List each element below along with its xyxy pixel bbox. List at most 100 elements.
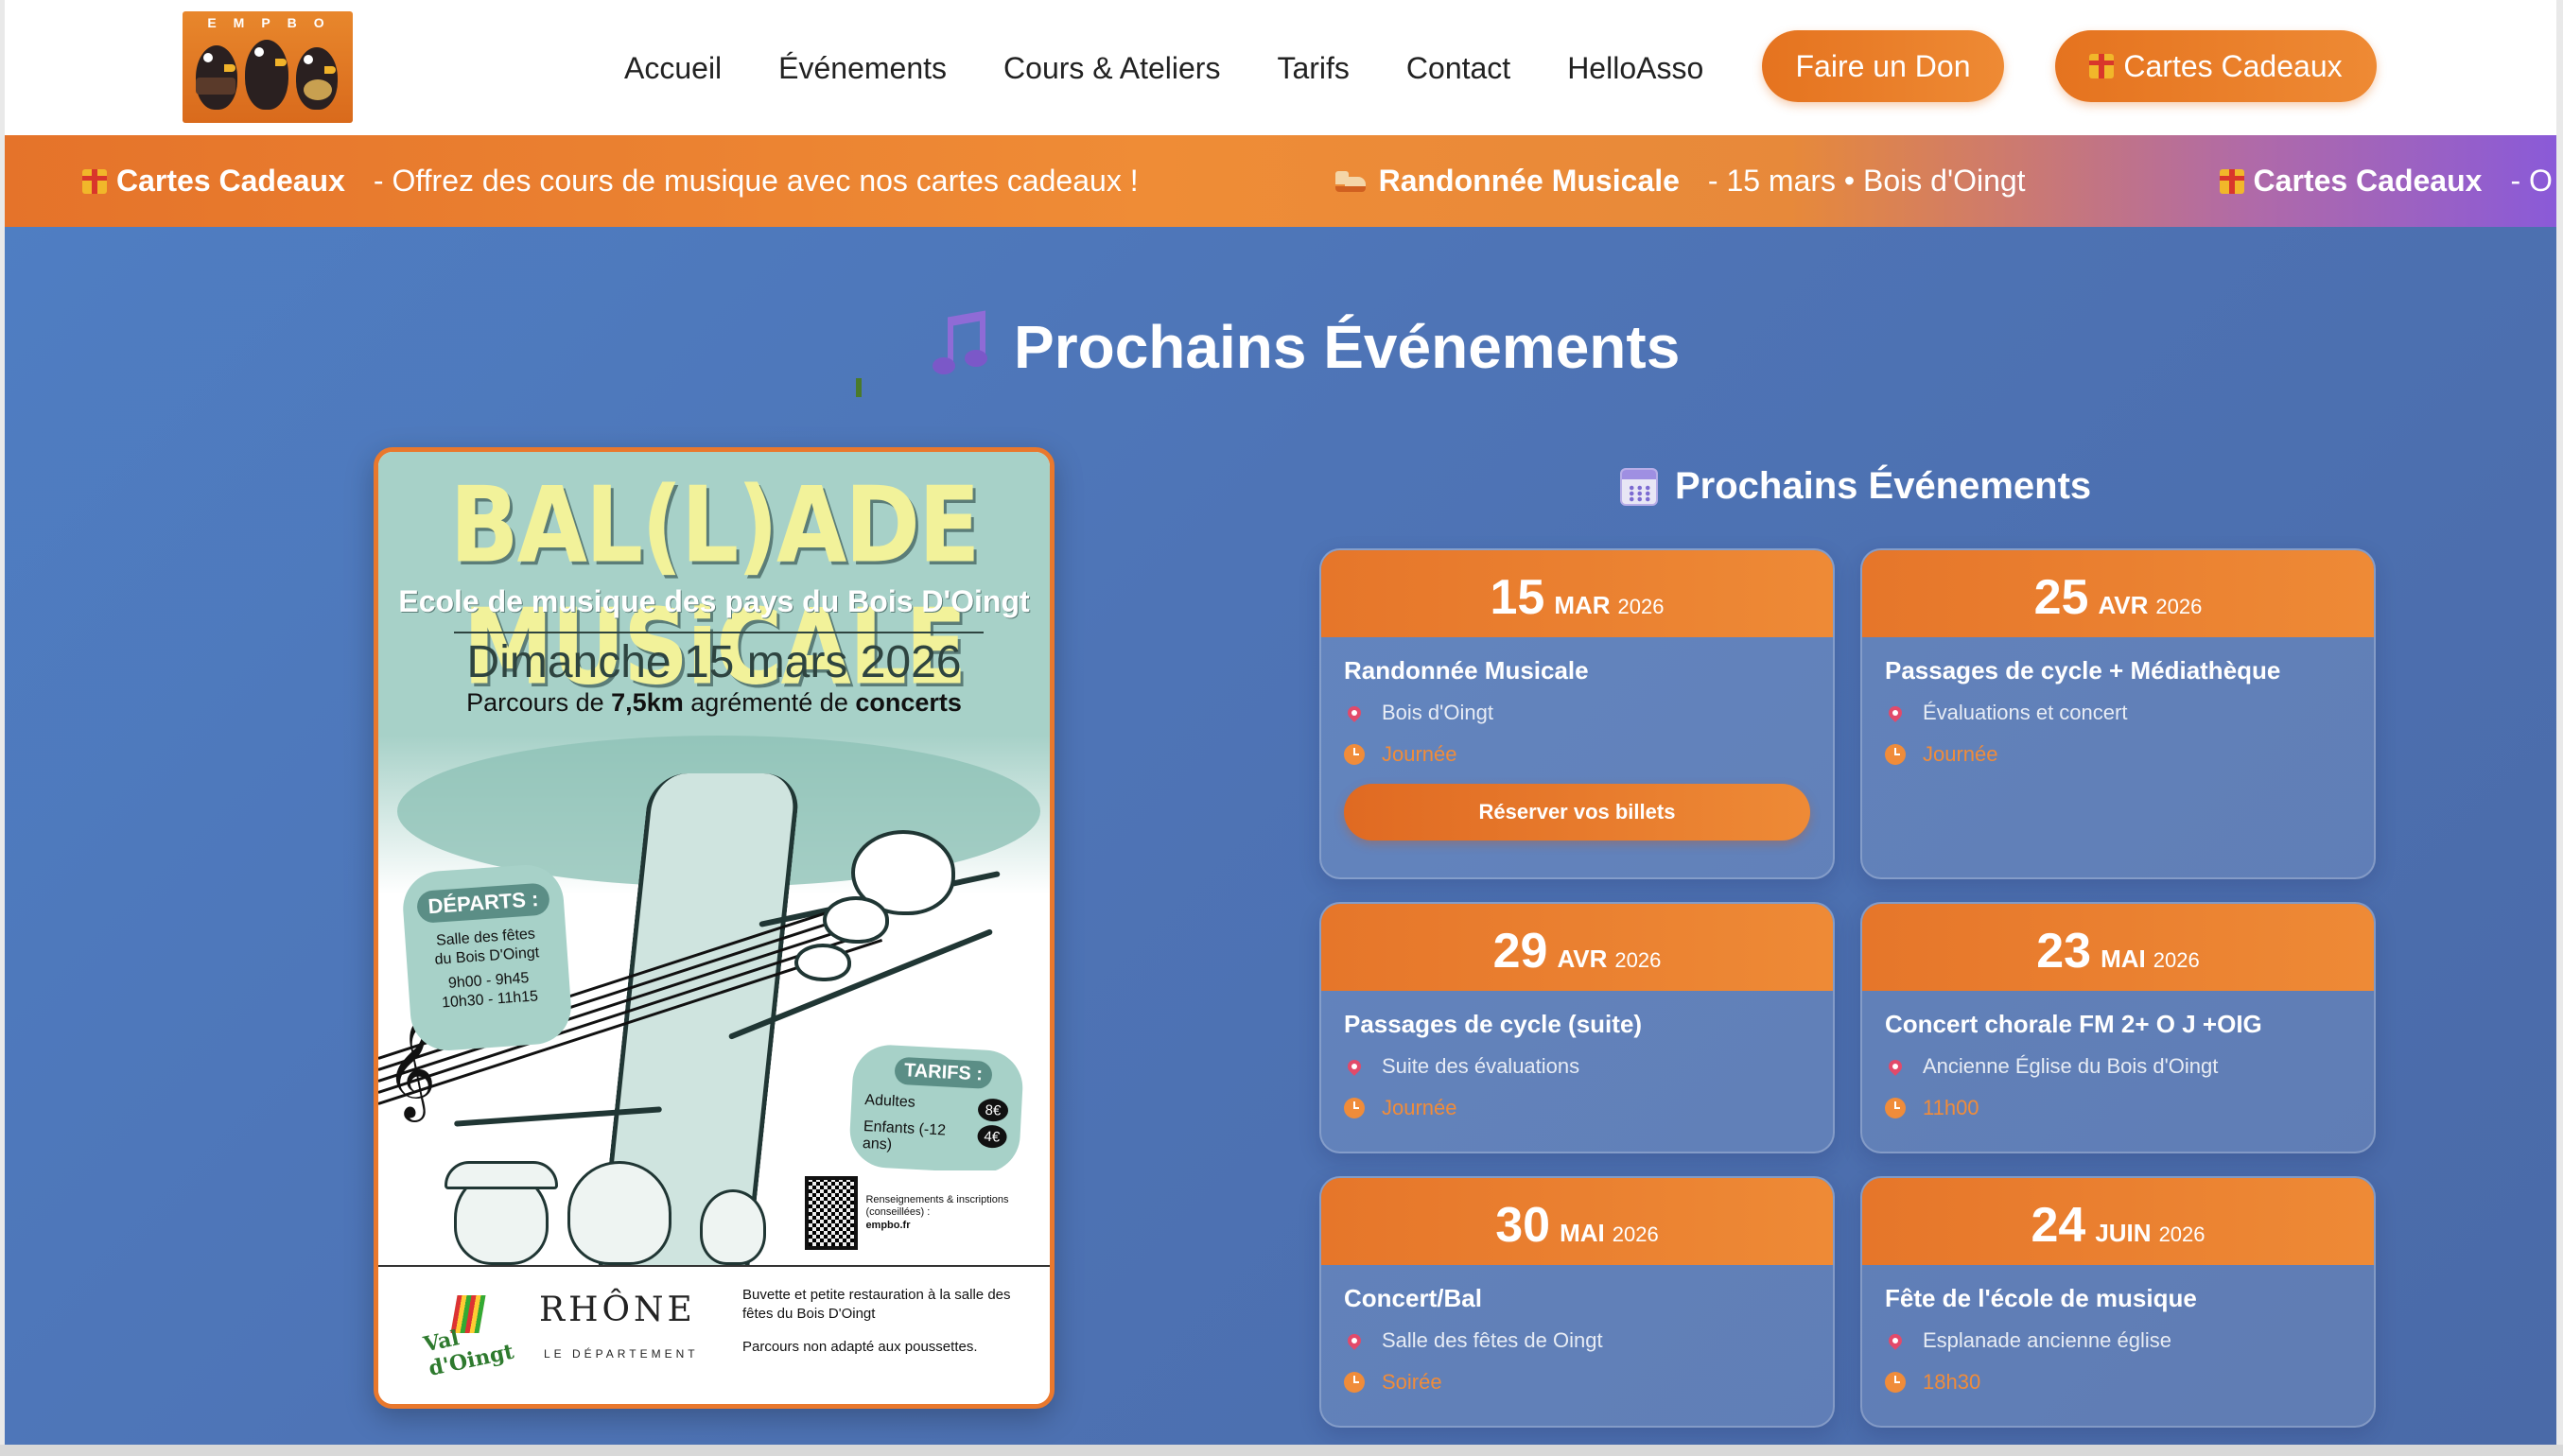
ticker-title: Randonnée Musicale	[1378, 164, 1680, 198]
val-doingt-text: Val d'Oingt	[421, 1326, 516, 1381]
event-time-text: Journée	[1382, 1096, 1457, 1119]
event-card[interactable]: 15 MAR 2026 Randonnée Musicale Bois d'Oi…	[1319, 548, 1835, 879]
event-location-text: Bois d'Oingt	[1382, 701, 1493, 724]
donate-button[interactable]: Faire un Don	[1762, 30, 2004, 102]
ticker-item[interactable]: Randonnée Musicale - 15 mars • Bois d'Oi…	[1334, 164, 2026, 199]
main-nav: Accueil Événements Cours & Ateliers Tari…	[624, 47, 1760, 89]
tarif-label: Adultes	[863, 1092, 916, 1111]
event-time-text: Soirée	[1382, 1370, 1442, 1394]
logo-bird-icon	[245, 40, 288, 110]
gift-icon	[2089, 54, 2115, 78]
event-card[interactable]: 23 MAI 2026 Concert chorale FM 2+ O J +O…	[1860, 902, 2376, 1153]
event-year: 2026	[2155, 595, 2203, 618]
qr-info: Renseignements & inscriptions (conseillé…	[865, 1194, 1011, 1232]
departs-title: DÉPARTS :	[415, 882, 551, 925]
qr-code-box[interactable]: Renseignements & inscriptions (conseillé…	[799, 1170, 1017, 1256]
ticker-item[interactable]: Cartes Cadeaux - Offrez des cours de mus…	[82, 164, 1139, 199]
poster-parcours: Parcours de 7,5km agrémenté de concerts	[378, 688, 1050, 718]
taskbar-strip	[0, 1445, 2563, 1456]
ticker-item[interactable]: Cartes Cadeaux - O	[2219, 164, 2553, 199]
event-year: 2026	[1617, 595, 1665, 618]
poster-info: Buvette et petite restauration à la sall…	[742, 1286, 1017, 1372]
event-date: 30 MAI 2026	[1321, 1178, 1833, 1265]
event-date: 25 AVR 2026	[1862, 550, 2374, 637]
site-logo[interactable]: EMPBO	[183, 11, 353, 123]
event-location: Salle des fêtes de Oingt	[1344, 1328, 1810, 1353]
nav-accueil[interactable]: Accueil	[624, 51, 722, 86]
calendar-icon	[1620, 467, 1658, 506]
event-title: Randonnée Musicale	[1344, 656, 1589, 685]
event-title: Fête de l'école de musique	[1885, 1284, 2197, 1312]
event-date: 23 MAI 2026	[1862, 904, 2374, 991]
event-day: 23	[2036, 924, 2092, 979]
event-time: 11h00	[1885, 1096, 2351, 1120]
event-title: Passages de cycle + Médiathèque	[1885, 656, 2281, 685]
event-year: 2026	[2158, 1222, 2206, 1246]
val-doingt-logo: Val d'Oingt	[416, 1286, 516, 1381]
event-time-text: 11h00	[1923, 1096, 1979, 1119]
music-note-icon	[927, 310, 993, 380]
event-card[interactable]: 29 AVR 2026 Passages de cycle (suite) Su…	[1319, 902, 1835, 1153]
location-pin-icon	[1886, 1331, 1905, 1350]
poster-subtitle: Ecole de musique des pays du Bois D'Oing…	[398, 584, 1030, 618]
qr-site: empbo.fr	[865, 1219, 911, 1231]
event-title: Passages de cycle (suite)	[1344, 1010, 1643, 1038]
nav-evenements[interactable]: Événements	[778, 51, 947, 86]
event-time: Journée	[1344, 742, 1810, 767]
event-day: 29	[1492, 924, 1548, 979]
event-time-text: Journée	[1923, 742, 1998, 766]
ticker-desc: - O	[2510, 164, 2553, 198]
parcours-distance: 7,5km	[611, 688, 684, 717]
nav-contact[interactable]: Contact	[1406, 51, 1510, 86]
event-poster[interactable]: BAL(L)ADE MUSiCALE Ecole de musique des …	[374, 447, 1055, 1409]
tarif-row: Adultes 8€	[864, 1092, 1009, 1122]
clock-icon	[1344, 1372, 1365, 1393]
event-card[interactable]: 24 JUIN 2026 Fête de l'école de musique …	[1860, 1176, 2376, 1428]
tarif-label: Enfants (-12 ans)	[862, 1118, 947, 1153]
departs-bubble: DÉPARTS : Salle des fêtes du Bois D'Oing…	[400, 862, 574, 1053]
qr-code-icon[interactable]	[805, 1176, 859, 1250]
event-month: JUIN	[2095, 1219, 2152, 1247]
event-time: Soirée	[1344, 1370, 1810, 1395]
gift-icon	[82, 168, 107, 194]
event-time-text: 18h30	[1923, 1370, 1981, 1394]
nav-cours-ateliers[interactable]: Cours & Ateliers	[1003, 51, 1220, 86]
ticker-title: Cartes Cadeaux	[116, 164, 345, 198]
event-location-text: Esplanade ancienne église	[1923, 1328, 2171, 1352]
clock-icon	[1885, 1098, 1906, 1118]
event-card[interactable]: 25 AVR 2026 Passages de cycle + Médiathè…	[1860, 548, 2376, 879]
event-time: 18h30	[1885, 1370, 2351, 1395]
location-pin-icon	[1345, 703, 1364, 722]
info-buvette: Buvette et petite restauration à la sall…	[742, 1287, 1011, 1322]
poster-divider	[454, 632, 984, 633]
events-heading-text: Prochains Événements	[1675, 465, 2092, 507]
event-card[interactable]: 30 MAI 2026 Concert/Bal Salle des fêtes …	[1319, 1176, 1835, 1428]
clock-icon	[1344, 1098, 1365, 1118]
event-date: 15 MAR 2026	[1321, 550, 1833, 637]
section-title-text: Prochains Événements	[1014, 313, 1681, 381]
donate-label: Faire un Don	[1795, 48, 1971, 83]
event-day: 24	[2031, 1198, 2086, 1253]
nav-helloasso[interactable]: HelloAsso	[1567, 51, 1703, 86]
gift-cards-button[interactable]: Cartes Cadeaux	[2055, 30, 2377, 102]
location-pin-icon	[1345, 1057, 1364, 1076]
event-month: MAI	[2101, 945, 2146, 973]
ticker-desc: - Offrez des cours de musique avec nos c…	[373, 164, 1139, 198]
location-pin-icon	[1345, 1331, 1364, 1350]
event-location: Bois d'Oingt	[1344, 701, 1810, 725]
gift-cards-label: Cartes Cadeaux	[2123, 48, 2343, 83]
qr-text: Renseignements & inscriptions (conseillé…	[865, 1194, 1009, 1219]
logo-text: EMPBO	[207, 15, 341, 30]
event-year: 2026	[2153, 948, 2200, 972]
event-location-text: Suite des évaluations	[1382, 1054, 1580, 1078]
event-location-text: Évaluations et concert	[1923, 701, 2128, 724]
event-month: MAI	[1560, 1219, 1605, 1247]
bird-illustration	[823, 896, 889, 944]
nav-tarifs[interactable]: Tarifs	[1277, 51, 1349, 86]
cap-icon	[445, 1161, 558, 1189]
browser-viewport: EMPBO Accueil Événements Cours & Atelier…	[5, 0, 2556, 1445]
reserve-tickets-button[interactable]: Réserver vos billets	[1344, 784, 1810, 841]
logo-bird-icon	[296, 47, 338, 110]
clock-icon	[1344, 744, 1365, 765]
kids-illustration	[416, 1142, 776, 1265]
